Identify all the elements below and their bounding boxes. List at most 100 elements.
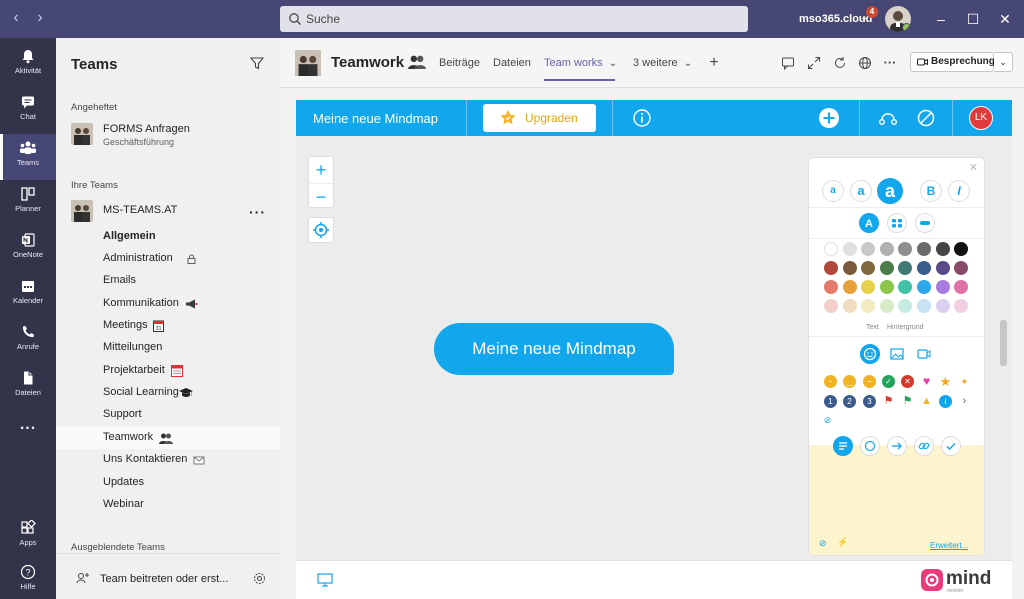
meeting-dropdown-icon[interactable]: ⌄ (994, 52, 1013, 72)
channel-emails[interactable]: Emails (56, 270, 280, 292)
chevron-right-icon[interactable]: › (958, 395, 971, 408)
gear-icon[interactable] (253, 572, 266, 585)
channel-projektarbeit[interactable]: Projektarbeit (56, 360, 280, 382)
channel-social-learning[interactable]: Social Learning (56, 382, 280, 404)
tab-more[interactable]: 3 weitere (633, 57, 678, 69)
page-scrollbar[interactable] (1000, 320, 1007, 366)
notes-area[interactable] (809, 445, 984, 555)
appbar-item-calendar[interactable]: Kalender (0, 272, 56, 318)
appbar-item-calls[interactable]: Anrufe (0, 318, 56, 364)
color-swatch[interactable] (954, 242, 969, 256)
color-swatch[interactable] (917, 261, 931, 275)
priority-2-icon[interactable]: 2 (843, 395, 856, 408)
color-swatch[interactable] (898, 242, 913, 256)
channel-kommunikation[interactable]: Kommunikation (56, 293, 280, 315)
lightbulb-icon[interactable]: ● (958, 375, 971, 388)
neutral-face-icon[interactable]: − (863, 375, 876, 388)
connect-button[interactable] (887, 436, 907, 456)
info-icon[interactable]: i (939, 395, 952, 408)
upgrade-button[interactable]: Upgraden (483, 104, 596, 132)
meeting-button[interactable]: Besprechung (910, 52, 995, 72)
node-style-tab[interactable] (915, 213, 935, 233)
warning-icon[interactable]: ▲ (920, 395, 933, 408)
channel-mitteilungen[interactable]: Mitteilungen (56, 337, 280, 359)
tab-team-works[interactable]: Team works (544, 57, 615, 81)
color-swatch[interactable] (879, 280, 894, 294)
join-team-row[interactable]: Team beitreten oder erst... (56, 553, 280, 599)
color-swatch[interactable] (917, 299, 931, 313)
appbar-item-planner[interactable]: Planner (0, 180, 56, 226)
priority-3-icon[interactable]: 3 (863, 395, 876, 408)
forward-arrow-icon[interactable]: › (31, 9, 49, 27)
refresh-icon[interactable] (833, 56, 847, 70)
grinning-face-icon[interactable]: ᵕ (824, 375, 837, 388)
team-ms-teams[interactable]: MS-TEAMS.AT (71, 200, 271, 224)
check-icon[interactable]: ✓ (882, 375, 895, 388)
team-more-options-icon[interactable]: ··· (249, 204, 266, 220)
maximize-icon[interactable]: ☐ (964, 10, 982, 28)
appbar-item-chat[interactable]: Chat (0, 88, 56, 134)
color-swatch[interactable] (917, 242, 931, 256)
color-swatch[interactable] (861, 280, 876, 294)
color-swatch[interactable] (935, 299, 950, 313)
appbar-item-onenote[interactable]: OneNote (0, 226, 56, 272)
channel-teamwork[interactable]: Teamwork (56, 427, 280, 449)
remove-icon[interactable]: ⊘ (821, 414, 834, 427)
magic-wand-icon[interactable]: ⚡ (837, 537, 848, 548)
font-size-large-button[interactable]: a (877, 178, 903, 204)
video-icon[interactable] (917, 347, 931, 361)
color-swatch[interactable] (824, 242, 838, 256)
color-swatch[interactable] (935, 280, 950, 294)
channel-meetings[interactable]: Meetings 31 (56, 315, 280, 337)
shape-style-tab[interactable] (887, 213, 907, 233)
add-topic-icon[interactable] (818, 107, 840, 129)
color-swatch[interactable] (842, 280, 857, 294)
tab-dateien[interactable]: Dateien (493, 57, 531, 69)
presentation-icon[interactable] (317, 573, 333, 587)
channel-administration[interactable]: Administration (56, 248, 280, 270)
channel-uns-kontaktieren[interactable]: Uns Kontaktieren (56, 449, 280, 471)
channel-allgemein[interactable]: Allgemein (56, 226, 280, 248)
color-swatch[interactable] (898, 299, 913, 313)
color-swatch[interactable] (824, 299, 838, 313)
back-arrow-icon[interactable]: ‹ (7, 9, 25, 27)
color-swatch[interactable] (879, 299, 894, 313)
center-map-button[interactable] (308, 217, 334, 243)
color-swatch[interactable] (917, 280, 931, 294)
pinned-team[interactable]: FORMS Anfragen Geschäftsführung (71, 123, 271, 151)
color-swatch[interactable] (879, 261, 894, 275)
font-size-medium-button[interactable]: a (850, 180, 872, 202)
color-swatch[interactable] (842, 242, 857, 256)
color-swatch[interactable] (954, 261, 969, 275)
appbar-item-teams[interactable]: Teams (0, 134, 56, 180)
user-avatar[interactable]: LK (969, 106, 993, 130)
color-swatch[interactable] (898, 261, 913, 275)
more-options-icon[interactable]: ··· (883, 56, 897, 70)
smiling-face-icon[interactable]: ‿ (843, 375, 856, 388)
tab-beitraege[interactable]: Beiträge (439, 57, 480, 69)
task-button[interactable] (941, 436, 961, 456)
connection-icon[interactable] (878, 108, 898, 128)
bold-button[interactable]: B (920, 180, 942, 202)
color-swatch[interactable] (935, 242, 950, 256)
root-topic-node[interactable]: Meine neue Mindmap (434, 323, 674, 375)
color-swatch[interactable] (824, 261, 838, 275)
close-icon[interactable]: ✕ (969, 161, 978, 174)
emoji-tab[interactable] (860, 344, 880, 364)
color-swatch[interactable] (842, 299, 857, 313)
appbar-item-activity[interactable]: Aktivität (0, 42, 56, 88)
color-swatch[interactable] (861, 261, 876, 275)
italic-button[interactable]: I (948, 180, 970, 202)
appbar-item-files[interactable]: Dateien (0, 364, 56, 410)
red-flag-icon[interactable]: ⚑ (882, 395, 895, 408)
text-style-tab[interactable]: A (859, 213, 879, 233)
color-swatch[interactable] (842, 261, 857, 275)
notes-button[interactable] (833, 436, 853, 456)
minimize-icon[interactable]: – (932, 10, 950, 28)
filter-icon[interactable] (249, 55, 265, 71)
image-icon[interactable] (890, 347, 904, 361)
color-swatch[interactable] (861, 299, 876, 313)
channel-updates[interactable]: Updates (56, 472, 280, 494)
conversation-icon[interactable] (781, 56, 795, 70)
star-icon[interactable]: ★ (939, 375, 952, 388)
